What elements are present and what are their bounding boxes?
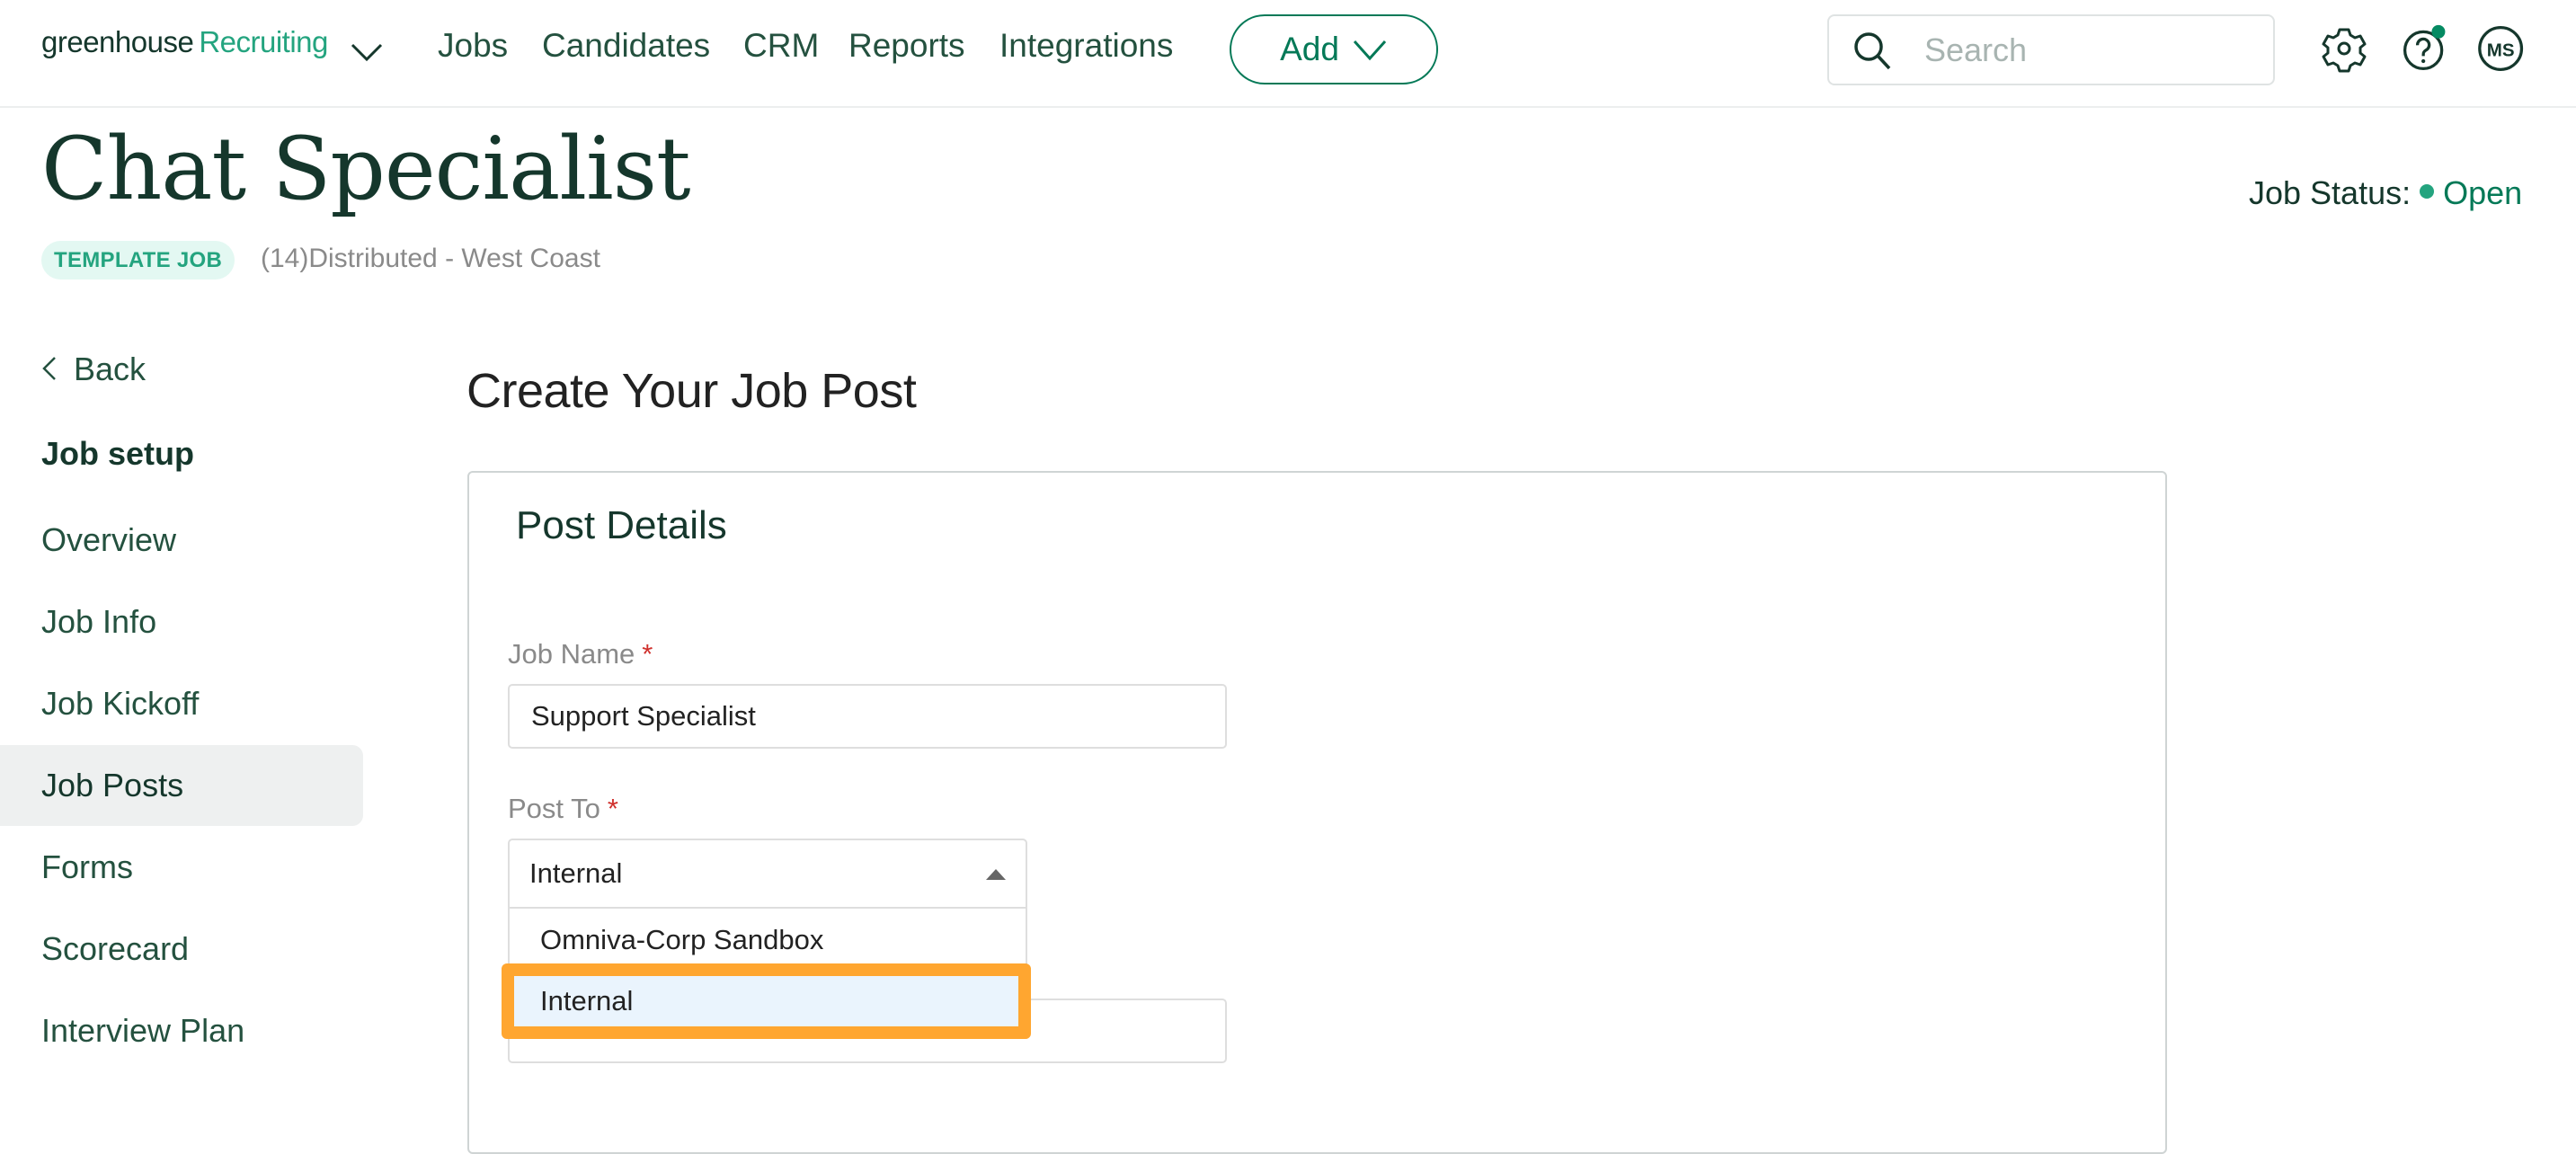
nav-candidates[interactable]: Candidates — [542, 27, 710, 65]
back-label: Back — [74, 351, 147, 387]
sidebar-item-job-posts[interactable]: Job Posts — [0, 745, 363, 826]
add-button-label: Add — [1280, 31, 1339, 67]
nav-jobs[interactable]: Jobs — [438, 27, 508, 65]
job-status-label: Job Status: — [2249, 174, 2412, 211]
job-name-label-text: Job Name — [508, 638, 635, 670]
post-to-label-text: Post To — [508, 793, 600, 824]
status-dot-icon — [2420, 184, 2435, 200]
sidebar-item-label: Job Kickoff — [41, 685, 200, 722]
card-title: Post Details — [516, 503, 727, 547]
sidebar-item-label: Overview — [41, 521, 177, 558]
sidebar-item-scorecard[interactable]: Scorecard — [0, 909, 363, 990]
job-title: Chat Specialist — [41, 119, 691, 219]
sidebar-item-label: Interview Plan — [41, 1012, 245, 1049]
post-to-label: Post To * — [508, 793, 618, 825]
job-status-value[interactable]: Open — [2443, 174, 2522, 211]
sidebar-item-label: Scorecard — [41, 930, 190, 967]
search-placeholder: Search — [1924, 31, 2028, 68]
sidebar-item-label: Job Posts — [41, 767, 184, 803]
avatar-initials: MS — [2487, 40, 2515, 60]
sidebar-item-label: Job Info — [41, 603, 157, 640]
sidebar-item-job-kickoff[interactable]: Job Kickoff — [0, 663, 363, 744]
job-name-label: Job Name * — [508, 638, 653, 670]
post-to-dropdown-list: Omniva-Corp Sandbox Internal — [508, 908, 1027, 1034]
sidebar-item-overview[interactable]: Overview — [0, 500, 363, 581]
dropdown-option-internal[interactable]: Internal — [510, 972, 1026, 1031]
nav-crm[interactable]: CRM — [743, 27, 819, 65]
nav-reports[interactable]: Reports — [848, 27, 965, 65]
template-job-badge: TEMPLATE JOB — [41, 241, 235, 280]
sidebar-item-interview-plan[interactable]: Interview Plan — [0, 990, 363, 1071]
search-input[interactable]: Search — [1827, 14, 2275, 85]
logo-secondary: Recruiting — [199, 25, 328, 58]
required-marker: * — [607, 793, 618, 824]
job-status: Job Status: Open — [2249, 174, 2522, 212]
avatar[interactable]: MS — [2477, 22, 2527, 75]
chevron-down-icon[interactable] — [349, 38, 385, 65]
chevron-left-icon — [42, 357, 56, 381]
job-location: (14)Distributed - West Coast — [261, 244, 600, 273]
dropdown-option-omniva-corp-sandbox[interactable]: Omniva-Corp Sandbox — [510, 910, 1026, 970]
sidebar-section-heading: Job setup — [41, 435, 195, 472]
sidebar-item-forms[interactable]: Forms — [0, 827, 363, 908]
post-to-selected-value: Internal — [529, 857, 623, 889]
help-icon[interactable] — [2400, 22, 2450, 75]
chevron-down-icon — [1353, 40, 1387, 61]
required-marker: * — [642, 638, 653, 670]
add-button[interactable]: Add — [1230, 14, 1438, 84]
search-icon — [1854, 32, 1891, 70]
sidebar-item-job-info[interactable]: Job Info — [0, 581, 363, 662]
logo-primary: greenhouse — [41, 25, 194, 58]
back-link[interactable]: Back — [41, 351, 146, 388]
job-name-value: Support Specialist — [531, 700, 756, 732]
sidebar-item-label: Forms — [41, 848, 133, 885]
greenhouse-logo[interactable]: greenhouse Recruiting — [41, 25, 328, 59]
job-name-input[interactable]: Support Specialist — [508, 684, 1227, 749]
caret-up-icon — [986, 869, 1006, 880]
notification-dot — [2431, 24, 2446, 39]
post-to-select[interactable]: Internal — [508, 839, 1027, 909]
nav-integrations[interactable]: Integrations — [999, 27, 1173, 65]
page-heading: Create Your Job Post — [466, 364, 917, 418]
gear-icon[interactable] — [2319, 22, 2369, 75]
